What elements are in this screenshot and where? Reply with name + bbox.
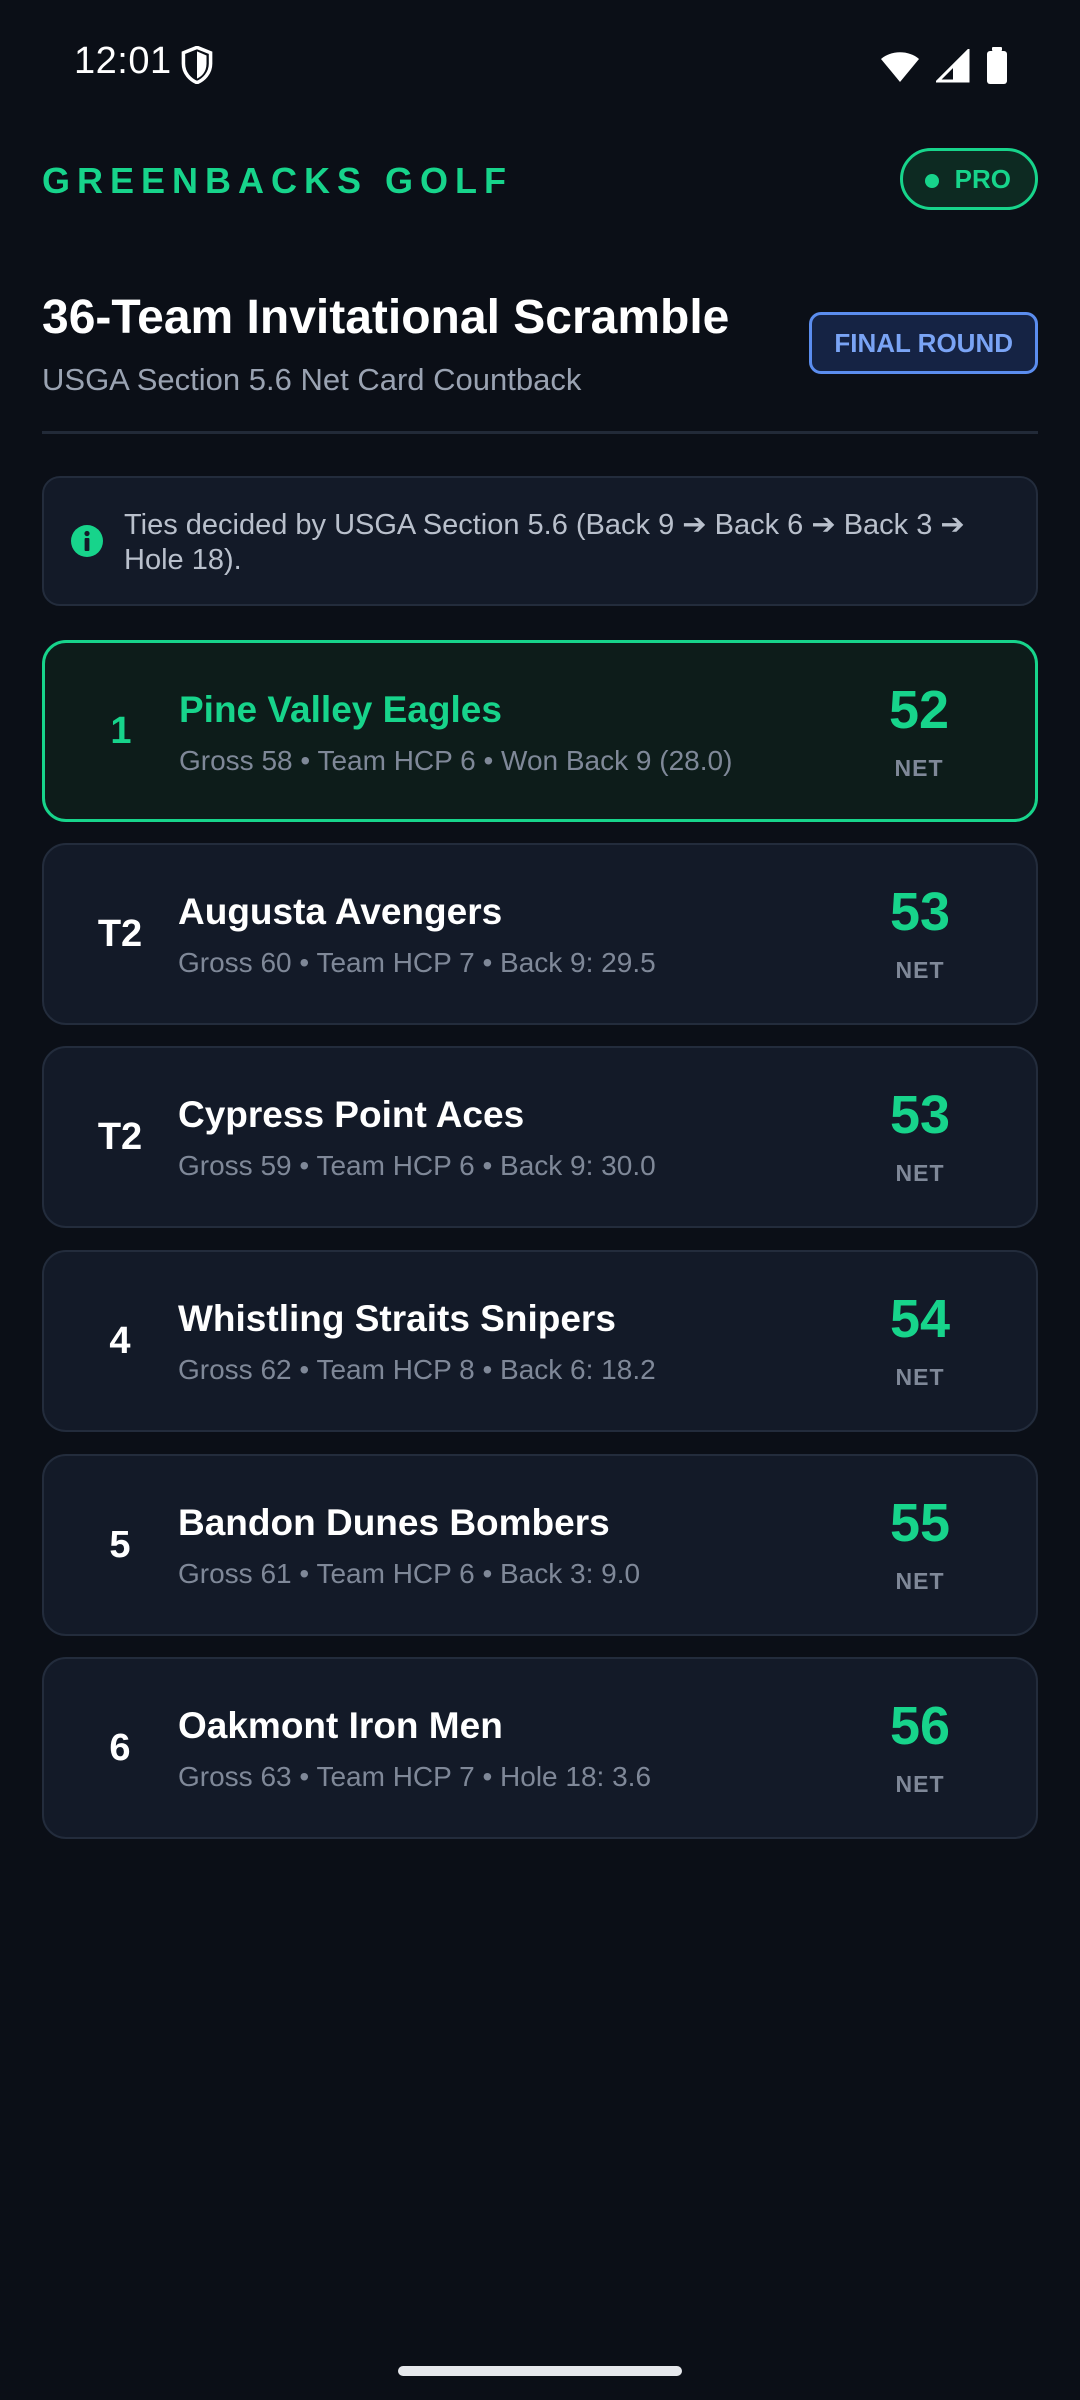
row-team-detail: Gross 63 • Team HCP 7 • Hole 18: 3.6 [178, 1761, 652, 1792]
pro-dot-icon [924, 174, 939, 188]
row-net-score: 53 [889, 882, 951, 942]
row-team-detail: Gross 60 • Team HCP 7 • Back 9: 29.5 [178, 947, 656, 978]
battery-icon [987, 47, 1007, 84]
row-net-score: 53 [889, 1085, 951, 1145]
row-net-label: NET [895, 1160, 945, 1186]
tiebreak-info-box: Ties decided by USGA Section 5.6 (Back 9… [42, 476, 1038, 606]
row-team-name: Augusta Avengers [178, 891, 503, 932]
row-team-detail: Gross 62 • Team HCP 8 • Back 6: 18.2 [178, 1354, 656, 1385]
row-net-label: NET [895, 957, 945, 983]
row-rank: T2 [97, 1115, 143, 1158]
header-divider [42, 431, 1038, 434]
row-team-name: Oakmont Iron Men [178, 1705, 503, 1746]
row-rank: 4 [109, 1319, 131, 1362]
row-rank: 5 [109, 1523, 131, 1566]
row-net-score: 52 [888, 680, 950, 740]
row-net-label: NET [895, 1364, 945, 1390]
page-subtitle: USGA Section 5.6 Net Card Countback [42, 362, 582, 397]
brand-title: GREENBACKS GOLF [42, 160, 514, 201]
round-badge: FINAL ROUND [809, 312, 1038, 374]
row-net-score: 56 [889, 1696, 951, 1756]
app-bar: GREENBACKS GOLF PRO [42, 140, 1038, 220]
row-team-name: Cypress Point Aces [178, 1094, 525, 1135]
row-team-detail: Gross 58 • Team HCP 6 • Won Back 9 (28.0… [179, 745, 733, 776]
home-indicator[interactable] [398, 2366, 682, 2376]
row-team-detail: Gross 61 • Team HCP 6 • Back 3: 9.0 [178, 1558, 641, 1589]
leaderboard-row[interactable]: T2 Cypress Point Aces Gross 59 • Team HC… [42, 1046, 1038, 1228]
leaderboard-row[interactable]: 6 Oakmont Iron Men Gross 63 • Team HCP 7… [42, 1657, 1038, 1839]
row-net-score: 55 [889, 1493, 951, 1553]
row-team-name: Pine Valley Eagles [179, 689, 502, 730]
row-net-label: NET [895, 1771, 945, 1797]
row-net-score: 54 [889, 1289, 951, 1349]
row-rank: 6 [109, 1726, 131, 1769]
tiebreak-info-text: Ties decided by USGA Section 5.6 (Back 9… [124, 509, 965, 576]
row-team-detail: Gross 59 • Team HCP 6 • Back 9: 30.0 [178, 1150, 656, 1181]
status-bar: 12:01 [0, 0, 1080, 130]
leaderboard-row[interactable]: 4 Whistling Straits Snipers Gross 62 • T… [42, 1250, 1038, 1432]
leaderboard-row[interactable]: T2 Augusta Avengers Gross 60 • Team HCP … [42, 843, 1038, 1025]
shield-icon [181, 46, 213, 84]
signal-icon [936, 49, 970, 83]
tournament-header: 36-Team Invitational Scramble USGA Secti… [42, 290, 1038, 430]
leaderboard-row[interactable]: 5 Bandon Dunes Bombers Gross 61 • Team H… [42, 1454, 1038, 1636]
row-rank: 1 [110, 709, 132, 752]
row-net-label: NET [894, 755, 944, 781]
leaderboard-row[interactable]: 1 Pine Valley Eagles Gross 58 • Team HCP… [42, 640, 1038, 822]
row-net-label: NET [895, 1568, 945, 1594]
page-title: 36-Team Invitational Scramble [42, 291, 730, 344]
status-time: 12:01 [74, 40, 172, 82]
info-icon [71, 525, 103, 557]
row-team-name: Whistling Straits Snipers [178, 1298, 616, 1339]
row-rank: T2 [97, 912, 143, 955]
wifi-icon [881, 52, 919, 82]
row-team-name: Bandon Dunes Bombers [178, 1502, 610, 1543]
pro-badge[interactable]: PRO [899, 148, 1038, 210]
pro-badge-label: PRO [954, 163, 1011, 194]
